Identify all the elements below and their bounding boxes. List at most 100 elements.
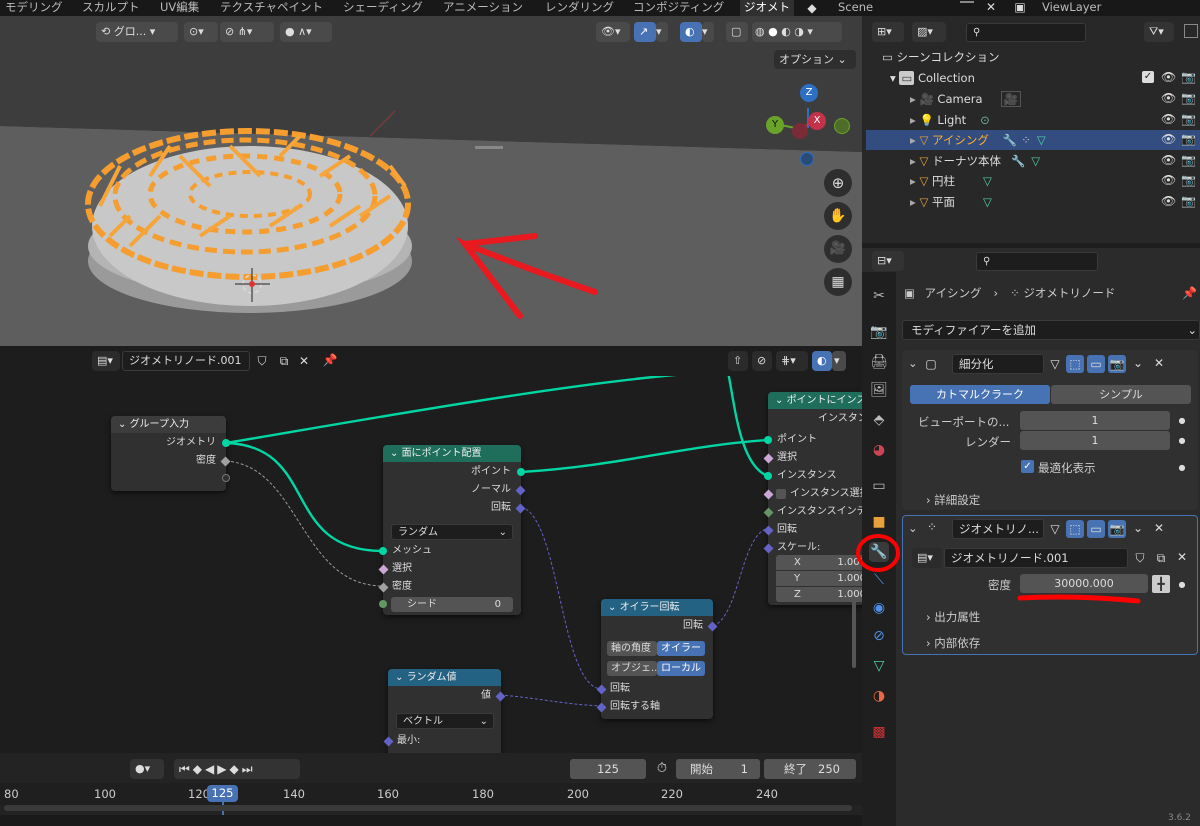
keyframe-dot-icon[interactable]: ● — [1177, 414, 1187, 428]
seed-field[interactable]: シード 0 — [391, 597, 513, 612]
outliner-item-donut[interactable]: ▸ ▽ ドーナツ本体 🔧 ▽ — [866, 151, 1200, 171]
collection-checkbox[interactable]: ✓ — [1142, 71, 1154, 83]
density-field[interactable]: 30000.000 — [1020, 574, 1148, 593]
outliner-item-cylinder[interactable]: ▸ ▽ 円柱 ▽ — [866, 171, 1200, 191]
eye-icon[interactable]: 👁 — [1161, 70, 1176, 84]
socket-mesh-in[interactable] — [379, 547, 387, 555]
render-camera-icon[interactable]: 📷 — [1181, 132, 1196, 146]
eye-icon[interactable]: 👁 — [1161, 91, 1176, 105]
eye-icon[interactable]: 👁 — [1161, 173, 1176, 187]
viewport-display-icon[interactable]: ▭ — [1087, 520, 1105, 538]
gizmo-toggle[interactable]: ↗ — [634, 22, 656, 42]
tab-animation[interactable]: アニメーション — [443, 0, 523, 16]
eye-icon[interactable]: 👁 — [1161, 194, 1176, 208]
socket-geometry-out[interactable] — [222, 439, 230, 447]
object-settings-icon[interactable]: ■ — [869, 512, 889, 532]
collapse-icon[interactable]: ⌄ — [908, 521, 918, 535]
render-icon[interactable]: 📷 — [1108, 355, 1126, 373]
euler-type-button[interactable]: オイラー — [657, 641, 705, 656]
viewport-levels-field[interactable]: 1 — [1020, 411, 1170, 430]
editor-type-dropdown[interactable]: ▤▾ — [92, 351, 120, 371]
options-dropdown[interactable]: オプション ⌄ — [774, 50, 856, 69]
node-rotate-euler[interactable]: ⌄ オイラー回転 回転 軸の角度 オイラー オブジェ... ローカル 回転 回転… — [596, 599, 718, 719]
tab-texture-paint[interactable]: テクスチャペイント — [220, 0, 323, 16]
tab-rendering[interactable]: レンダリング — [545, 0, 614, 16]
node-editor-scrollbar[interactable] — [852, 600, 856, 668]
catmull-clark-button[interactable]: カトマルクラーク — [910, 385, 1050, 404]
gizmo-neg-y[interactable] — [834, 118, 850, 134]
socket-points-out[interactable] — [517, 468, 525, 476]
collection-settings-icon[interactable]: ▭ — [869, 476, 889, 496]
attribute-toggle-icon[interactable]: ╋ — [1152, 575, 1170, 593]
shading-modes[interactable]: ◍ ● ◐ ◑ ▾ — [752, 22, 842, 42]
transform-orientation-dropdown[interactable]: ⟲ グロ... ▾ — [96, 22, 178, 42]
optimal-display-checkbox[interactable]: ✓ — [1021, 460, 1034, 473]
eye-icon[interactable]: 👁 — [1161, 153, 1176, 167]
physics-icon[interactable]: ◉ — [869, 598, 889, 618]
frame-ruler[interactable] — [0, 783, 862, 805]
gizmo-x[interactable]: X — [808, 112, 826, 130]
pan-hand-icon[interactable]: ✋ — [824, 202, 852, 230]
socket-empty[interactable] — [222, 474, 230, 482]
gizmo-neg-x[interactable] — [792, 123, 808, 139]
modifier-menu-icon[interactable]: ⌄ — [1131, 356, 1145, 370]
new-scene-icon[interactable] — [960, 1, 974, 3]
add-modifier-dropdown[interactable]: モディファイアーを追加 ⌄ — [902, 320, 1200, 340]
unlink-tree-icon[interactable]: ✕ — [1174, 550, 1190, 564]
node-random-value[interactable]: ⌄ ランダム値 値 ベクトル ⌄ 最小: — [383, 669, 506, 753]
outliner-item-plane[interactable]: ▸ ▽ 平面 ▽ — [866, 192, 1200, 212]
gizmo-y[interactable]: Y — [766, 116, 784, 134]
outliner-editor-type[interactable]: ⊞▾ — [872, 22, 904, 42]
editmode-cage-icon[interactable]: ▽ — [1048, 357, 1062, 371]
random-type-dropdown[interactable]: ベクトル ⌄ — [396, 713, 494, 729]
keying-dropdown[interactable]: ●▾ — [130, 759, 164, 779]
render-levels-field[interactable]: 1 — [1020, 431, 1170, 450]
simple-button[interactable]: シンプル — [1051, 385, 1191, 404]
tab-geometry[interactable]: ジオメト — [740, 0, 794, 16]
instance-select-checkbox[interactable] — [776, 489, 786, 499]
geonodes-name-field[interactable]: ジオメトリノ... — [952, 519, 1044, 539]
view-layer-name[interactable]: ViewLayer — [1042, 0, 1101, 16]
pin-icon[interactable]: 📌 — [322, 353, 338, 367]
current-frame-field[interactable]: 125 — [570, 759, 646, 779]
mesh-data-icon[interactable]: ▽ — [869, 656, 889, 676]
outliner-item-camera[interactable]: ▸ 🎥 Camera 🎥 — [866, 89, 1200, 109]
properties-search[interactable]: ⚲ — [976, 252, 1098, 271]
tab-compositing[interactable]: コンポジティング — [633, 0, 724, 16]
timeline-scrollbar[interactable] — [4, 805, 852, 811]
render-camera-icon[interactable]: 📷 — [1181, 70, 1196, 84]
node-tree-browse[interactable]: ▤▾ — [912, 548, 942, 568]
stopwatch-icon[interactable]: ⏱ — [654, 762, 670, 776]
distribute-mode-dropdown[interactable]: ランダム ⌄ — [391, 524, 513, 540]
render-camera-icon[interactable]: 📷 — [1181, 91, 1196, 105]
node-distribute-points[interactable]: ⌄ 面にポイント配置 ポイント ノーマル 回転 ランダム ⌄ メッシュ 選択 密度… — [378, 445, 526, 615]
zoom-icon[interactable]: ⊕ — [824, 169, 852, 197]
playback-controls[interactable]: ⏮◆◀▶◆⏭ — [174, 759, 300, 779]
fake-user-icon[interactable]: ⛉ — [254, 354, 270, 368]
overlay-toggle[interactable]: ◐ — [680, 22, 702, 42]
close-scene-icon[interactable]: ✕ — [984, 0, 998, 14]
viewport-3d[interactable]: Z X Y ⊕ ✋ 🎥 ▦ — [0, 16, 862, 346]
keyframe-dot-icon[interactable]: ● — [1177, 434, 1187, 448]
snap-toggle[interactable]: ⊘ ⋔▾ — [220, 22, 274, 42]
tab-sculpt[interactable]: スカルプト — [82, 0, 140, 16]
constraints-icon[interactable]: ⊘ — [869, 626, 889, 646]
tab-shading[interactable]: シェーディング — [343, 0, 423, 16]
subdivision-name-field[interactable]: 細分化 — [952, 354, 1044, 374]
node-group-input[interactable]: ⌄ グループ入力 ジオメトリ 密度 — [111, 416, 231, 491]
display-mode-dropdown[interactable]: ▨▾ — [912, 22, 946, 42]
socket-points-in[interactable] — [764, 436, 772, 444]
edit-mode-icon[interactable]: ⬚ — [1066, 355, 1084, 373]
playhead[interactable]: 125 — [207, 785, 238, 802]
keyframe-dot-icon[interactable]: ● — [1177, 461, 1187, 475]
node-snap-icon[interactable]: ⊘ — [752, 351, 772, 371]
gizmo-neg-z[interactable] — [800, 152, 814, 166]
gizmo-z[interactable]: Z — [800, 84, 818, 102]
render-settings-icon[interactable]: 📷 — [869, 322, 889, 342]
view-layer-settings-icon[interactable]: 🖼 — [869, 380, 889, 400]
editmode-cage-icon[interactable]: ▽ — [1048, 522, 1062, 536]
unlink-tree-icon[interactable]: ✕ — [296, 354, 312, 368]
socket-instance-in[interactable] — [764, 472, 772, 480]
viewport-display-icon[interactable]: ▭ — [1087, 355, 1105, 373]
parent-tree-icon[interactable]: ⇧ — [728, 351, 748, 371]
